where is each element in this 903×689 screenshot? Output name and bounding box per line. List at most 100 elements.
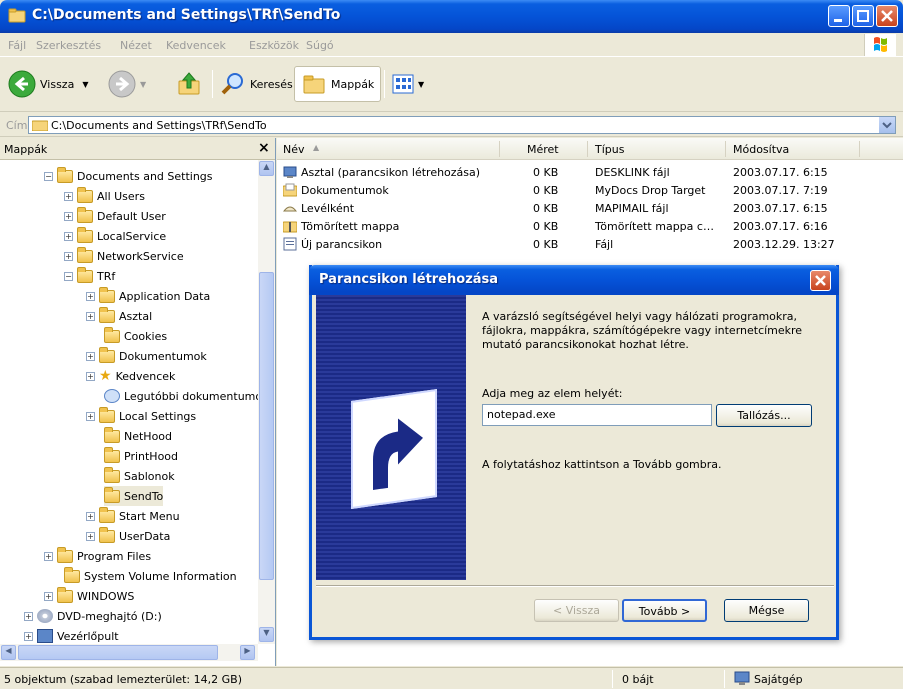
chevron-down-icon[interactable]: ▼ <box>418 80 424 89</box>
forward-button[interactable]: ▼ <box>108 66 146 102</box>
title-bar[interactable]: C:\Documents and Settings\TRf\SendTo <box>0 0 903 33</box>
location-input[interactable]: notepad.exe <box>482 404 712 426</box>
folder-icon <box>8 8 26 23</box>
folder-icon <box>77 226 93 243</box>
tree-item[interactable]: − Documents and Settings <box>44 166 213 186</box>
file-size: 0 KB <box>533 202 559 215</box>
scroll-up-button[interactable]: ▲ <box>259 161 274 176</box>
expand-toggle[interactable]: + <box>24 611 33 621</box>
dialog-close-button[interactable] <box>810 270 831 291</box>
collapse-toggle[interactable]: − <box>64 271 73 281</box>
tree-item-selected[interactable]: SendTo <box>104 486 164 506</box>
tree-item[interactable]: + All Users <box>64 186 145 206</box>
tree-item[interactable]: + Vezérlőpult <box>24 626 119 646</box>
back-button[interactable]: Vissza ▼ <box>8 66 88 102</box>
tree-item[interactable]: + UserData <box>86 526 170 546</box>
maximize-button[interactable] <box>852 5 874 27</box>
expand-toggle[interactable]: + <box>64 191 73 201</box>
folders-icon <box>303 75 325 94</box>
browse-button[interactable]: Tallózás... <box>716 404 812 427</box>
back-arrow-icon <box>8 70 36 98</box>
collapse-toggle[interactable]: − <box>44 171 53 181</box>
tree-item[interactable]: + Dokumentumok <box>86 346 207 366</box>
back-button-disabled[interactable]: < Vissza <box>534 599 619 622</box>
tree-item[interactable]: + Application Data <box>86 286 210 306</box>
expand-toggle[interactable]: + <box>86 511 95 521</box>
tree-item[interactable]: + NetworkService <box>64 246 184 266</box>
file-modified: 2003.07.17. 7:19 <box>733 184 828 197</box>
dialog-title-bar[interactable]: Parancsikon létrehozása <box>309 265 839 295</box>
tree-vertical-scrollbar[interactable]: ▲ ▼ <box>258 160 275 644</box>
tree-item[interactable]: + LocalService <box>64 226 166 246</box>
column-header: Név ▲ Méret Típus Módosítva <box>277 138 903 160</box>
column-name[interactable]: Név <box>283 143 305 156</box>
tree-item[interactable]: + Start Menu <box>86 506 180 526</box>
expand-toggle[interactable]: + <box>86 531 95 541</box>
file-row[interactable]: Dokumentumok 0 KB MyDocs Drop Target 200… <box>277 181 877 199</box>
scrollbar-thumb[interactable] <box>259 272 274 580</box>
expand-toggle[interactable]: + <box>24 631 33 641</box>
tree-horizontal-scrollbar[interactable]: ◀ ▶ <box>0 644 258 661</box>
close-button[interactable] <box>876 5 898 27</box>
file-row[interactable]: Levélként 0 KB MAPIMAIL fájl 2003.07.17.… <box>277 199 877 217</box>
tree-item[interactable]: + DVD-meghajtó (D:) <box>24 606 162 626</box>
address-dropdown-button[interactable] <box>879 117 895 133</box>
tree-item[interactable]: Sablonok <box>104 466 175 486</box>
tree-item[interactable]: Legutóbbi dokumentumo <box>104 386 258 406</box>
cancel-button[interactable]: Mégse <box>724 599 809 622</box>
status-location: Sajátgép <box>754 673 803 686</box>
tree-item[interactable]: PrintHood <box>104 446 178 466</box>
tree-item[interactable]: + Default User <box>64 206 166 226</box>
expand-toggle[interactable]: + <box>44 551 53 561</box>
menu-edit[interactable]: Szerkesztés <box>36 39 101 52</box>
chevron-down-icon[interactable]: ▼ <box>82 80 88 89</box>
tree-item-label: Kedvencek <box>115 369 176 383</box>
expand-toggle[interactable]: + <box>86 311 95 321</box>
file-type: MAPIMAIL fájl <box>595 202 669 215</box>
tree-item[interactable]: + Program Files <box>44 546 151 566</box>
chevron-down-icon[interactable]: ▼ <box>140 80 146 89</box>
search-button[interactable]: Keresés <box>220 66 293 102</box>
tree-item[interactable]: − TRf <box>64 266 115 286</box>
tree-item[interactable]: System Volume Information <box>64 566 237 586</box>
scroll-right-button[interactable]: ▶ <box>240 645 255 660</box>
expand-toggle[interactable]: + <box>44 591 53 601</box>
minimize-button[interactable] <box>828 5 850 27</box>
menu-tools[interactable]: Eszközök <box>249 39 299 52</box>
column-type[interactable]: Típus <box>595 143 624 156</box>
column-size[interactable]: Méret <box>527 143 559 156</box>
expand-toggle[interactable]: + <box>86 371 95 381</box>
tree-item[interactable]: NetHood <box>104 426 172 446</box>
scrollbar-thumb[interactable] <box>18 645 218 660</box>
expand-toggle[interactable]: + <box>86 411 95 421</box>
column-modified[interactable]: Módosítva <box>733 143 789 156</box>
file-row[interactable]: Új parancsikon 0 KB Fájl 2003.12.29. 13:… <box>277 235 877 253</box>
scroll-left-button[interactable]: ◀ <box>1 645 16 660</box>
expand-toggle[interactable]: + <box>64 211 73 221</box>
expand-toggle[interactable]: + <box>64 231 73 241</box>
tree-item[interactable]: Cookies <box>104 326 167 346</box>
tree-item[interactable]: + WINDOWS <box>44 586 134 606</box>
up-folder-button[interactable] <box>176 66 204 102</box>
location-label: Adja meg az elem helyét: <box>482 387 623 400</box>
address-field[interactable]: C:\Documents and Settings\TRf\SendTo <box>28 116 896 134</box>
expand-toggle[interactable]: + <box>86 351 95 361</box>
menu-help[interactable]: Súgó <box>306 39 334 52</box>
tree-item[interactable]: + Local Settings <box>86 406 196 426</box>
views-button[interactable]: ▼ <box>392 66 424 102</box>
close-pane-button[interactable]: × <box>258 140 270 156</box>
menu-file[interactable]: Fájl <box>8 39 26 52</box>
tree-item[interactable]: + Asztal <box>86 306 152 326</box>
address-label: Cím <box>6 119 28 132</box>
file-size: 0 KB <box>533 238 559 251</box>
expand-toggle[interactable]: + <box>86 291 95 301</box>
menu-view[interactable]: Nézet <box>120 39 152 52</box>
menu-favorites[interactable]: Kedvencek <box>166 39 226 52</box>
file-row[interactable]: Tömörített mappa 0 KB Tömörített mappa c… <box>277 217 877 235</box>
file-row[interactable]: Asztal (parancsikon létrehozása) 0 KB DE… <box>277 163 877 181</box>
scroll-down-button[interactable]: ▼ <box>259 627 274 642</box>
next-button[interactable]: Tovább > <box>622 599 707 622</box>
folders-button[interactable]: Mappák <box>294 66 382 102</box>
tree-item[interactable]: + ★ Kedvencek <box>86 366 175 386</box>
expand-toggle[interactable]: + <box>64 251 73 261</box>
